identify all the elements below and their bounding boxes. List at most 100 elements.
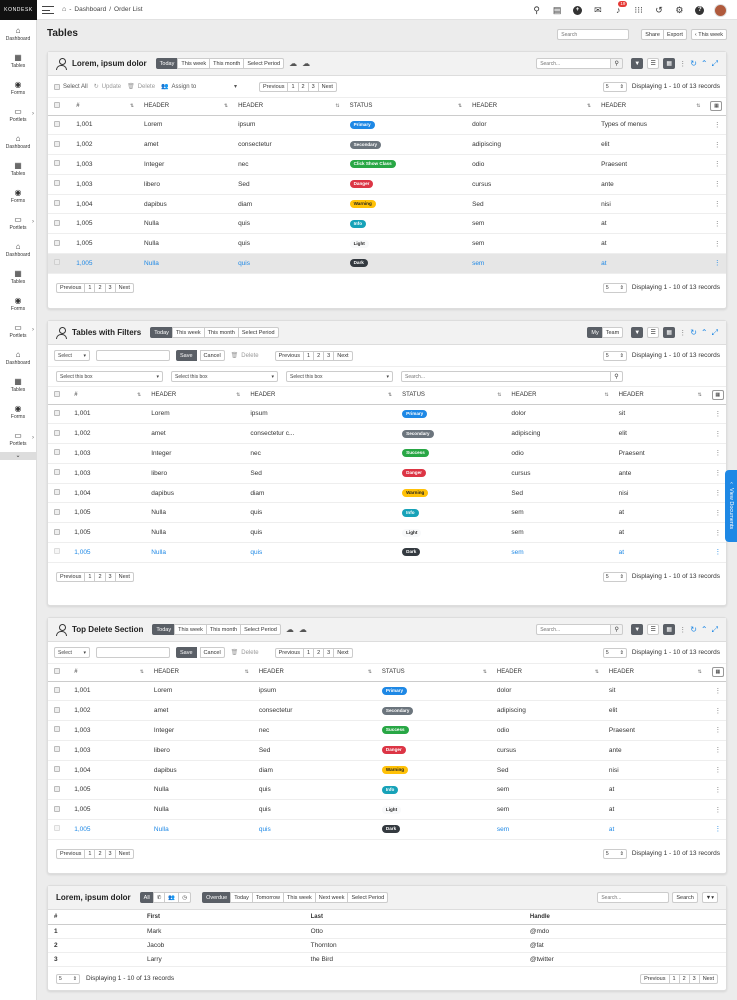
col-header[interactable]: HEADER ⇅ (470, 98, 600, 116)
sort-icon[interactable]: ⇅ (130, 103, 134, 109)
tab-tomorrow[interactable]: Tomorrow (251, 892, 285, 903)
card-search-input[interactable] (536, 58, 612, 69)
row-select-cell[interactable] (48, 423, 73, 445)
row-checkbox[interactable] (54, 489, 60, 496)
sidebar-item-dashboard[interactable]: ⌂ Dashboard (0, 128, 36, 155)
row-checkbox[interactable] (54, 528, 60, 535)
sort-icon[interactable]: ⇅ (497, 392, 501, 398)
row-select-cell[interactable] (48, 700, 73, 722)
sidebar-item-portlets[interactable]: ▭ Portlets › (0, 425, 36, 452)
tab-select-period[interactable]: Select Period (243, 58, 285, 69)
row-select-cell[interactable] (48, 522, 73, 544)
table-row[interactable]: 1,004 dapibus diam Warning Sed nisi ⋮ (48, 194, 726, 215)
cloud-download-icon[interactable]: ☁ (286, 625, 294, 634)
row-checkbox[interactable] (54, 449, 60, 456)
row-select-cell[interactable] (48, 779, 73, 801)
pager-previous[interactable]: Previous (56, 571, 86, 582)
row-actions-icon[interactable]: ⋮ (708, 134, 726, 156)
pager-next[interactable]: Next (333, 647, 353, 658)
select-all[interactable]: Select All (54, 83, 88, 90)
row-select-cell[interactable] (48, 542, 73, 563)
table-row[interactable]: 1,003 libero Sed Danger cursus ante ⋮ (48, 740, 726, 761)
col-header[interactable]: HEADER ⇅ (606, 664, 710, 682)
card-search-input[interactable] (597, 892, 670, 903)
sort-icon[interactable]: ⇅ (140, 669, 144, 675)
table-row[interactable]: 1,005 Nulla quis Dark sem at ⋮ (48, 253, 726, 274)
sort-icon[interactable]: ⇅ (483, 669, 487, 675)
tab-this-month[interactable]: This month (203, 327, 239, 338)
page-size-select[interactable]: 5 ⇕ (602, 350, 627, 361)
sidebar-item-forms[interactable]: ◉ Forms (0, 398, 36, 425)
row-checkbox[interactable] (54, 160, 60, 167)
row-actions-icon[interactable]: ⋮ (709, 740, 726, 761)
tab-select-period[interactable]: Select Period (237, 327, 279, 338)
row-actions-icon[interactable]: ⋮ (709, 779, 726, 801)
pager-next[interactable]: Next (698, 973, 718, 984)
search-icon[interactable]: ⚲ (526, 3, 546, 17)
row-checkbox[interactable] (54, 726, 60, 733)
sort-icon[interactable]: ⇅ (587, 103, 591, 109)
row-checkbox[interactable] (54, 508, 60, 515)
row-actions-icon[interactable]: ⋮ (708, 174, 726, 195)
more-options-icon[interactable]: ⋮ (679, 60, 686, 68)
sort-icon[interactable]: ⇅ (458, 103, 462, 109)
home-icon[interactable]: ⌂ (62, 6, 66, 13)
col-header[interactable]: HEADER ⇅ (248, 387, 401, 405)
sidebar-item-forms[interactable]: ◉ Forms (0, 74, 36, 101)
table-row[interactable]: 1,005 Nulla quis Info sem at ⋮ (48, 779, 726, 801)
card-search-input[interactable] (536, 624, 612, 635)
table-row[interactable]: 1,002 amet consectetur Secondary adipiscing e… (48, 134, 726, 156)
list-view-icon[interactable]: ☰ (647, 327, 660, 338)
row-actions-icon[interactable]: ⋮ (709, 463, 726, 484)
list-view-icon[interactable]: ☰ (647, 58, 660, 69)
page-size-select[interactable]: 5 ⇕ (602, 647, 627, 658)
assign-to-select[interactable]: 👥 Assign to ▾ (161, 83, 237, 91)
fullscreen-icon[interactable]: ⤢ (712, 328, 718, 338)
row-select-cell[interactable] (48, 760, 73, 781)
sidebar-item-tables[interactable]: ▦ Tables (0, 371, 36, 398)
all-button[interactable]: All (139, 892, 154, 903)
select-all-checkbox[interactable] (54, 102, 60, 109)
row-checkbox[interactable] (54, 180, 60, 187)
share-button[interactable]: Share (641, 29, 664, 40)
list-view-icon[interactable]: ☰ (647, 624, 660, 635)
sidebar-item-forms[interactable]: ◉ Forms (0, 290, 36, 317)
table-row[interactable]: 1,004 dapibus diam Warning Sed nisi ⋮ (48, 760, 726, 781)
mail-icon[interactable]: ✉ (588, 3, 608, 17)
save-button[interactable]: Save (176, 647, 197, 658)
row-actions-icon[interactable]: ⋮ (709, 799, 726, 821)
tab-next-week[interactable]: Next week (314, 892, 349, 903)
team-button[interactable]: Team (601, 327, 624, 338)
settings-gear-icon[interactable]: ⚙ (669, 3, 689, 17)
text-input[interactable] (96, 647, 170, 658)
filter-dropdown-icon[interactable]: ▼▾ (701, 892, 718, 903)
col-header[interactable]: HEADER ⇅ (236, 98, 348, 116)
my-button[interactable]: My (587, 327, 603, 338)
table-row[interactable]: 1,001 Lorem ipsum Primary dolor sit ⋮ (48, 404, 726, 425)
grid-view-icon[interactable]: ▦ (663, 58, 676, 69)
row-select-cell[interactable] (48, 799, 73, 821)
sidebar-item-dashboard[interactable]: ⌂ Dashboard (0, 344, 36, 371)
sort-icon[interactable]: ⇅ (368, 669, 372, 675)
fullscreen-icon[interactable]: ⤢ (712, 625, 718, 635)
table-row[interactable]: 1,005 Nulla quis Info sem at ⋮ (48, 502, 726, 524)
table-row[interactable]: 1,005 Nulla quis Light sem at ⋮ (48, 522, 726, 544)
pager-previous[interactable]: Previous (274, 350, 305, 361)
table-row[interactable]: 1,003 libero Sed Danger cursus ante ⋮ (48, 463, 726, 484)
sort-icon[interactable]: ⇅ (335, 103, 339, 109)
text-input[interactable] (96, 350, 170, 361)
col-header[interactable]: HEADER ⇅ (599, 98, 709, 116)
col-header[interactable]: # ⇅ (72, 664, 152, 682)
row-actions-icon[interactable]: ⋮ (709, 681, 726, 702)
sort-icon[interactable]: ⇅ (388, 392, 392, 398)
table-row[interactable]: 1,005 Nulla quis Info sem at ⋮ (48, 213, 726, 235)
people-filter-icon[interactable]: 👥 (164, 892, 180, 903)
cancel-button[interactable]: Cancel (199, 350, 225, 361)
col-header[interactable]: HEADER ⇅ (142, 98, 237, 116)
row-select-cell[interactable] (48, 115, 75, 136)
pager-3[interactable]: 3 (104, 282, 116, 293)
export-button[interactable]: Export (662, 29, 687, 40)
row-actions-icon[interactable]: ⋮ (708, 115, 726, 136)
row-checkbox[interactable] (54, 766, 60, 773)
tab-overdue[interactable]: Overdue (202, 892, 232, 903)
